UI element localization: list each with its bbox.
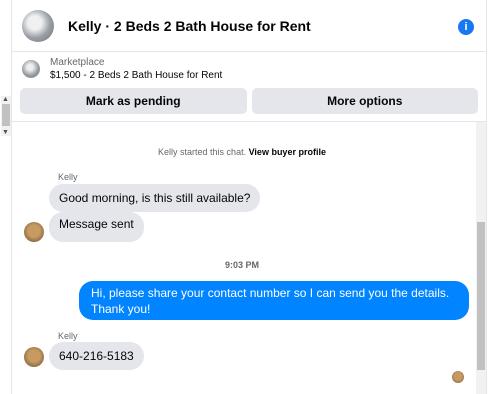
listing-text: Marketplace $1,500 - 2 Beds 2 Bath House… <box>50 56 222 82</box>
info-icon[interactable]: i <box>458 19 474 35</box>
left-scrollbar-thumb[interactable] <box>2 104 10 126</box>
listing-summary[interactable]: Marketplace $1,500 - 2 Beds 2 Bath House… <box>12 52 486 86</box>
outgoing-message-bubble[interactable]: Hi, please share your contact number so … <box>79 281 469 320</box>
scroll-up-arrow-icon[interactable]: ▲ <box>2 96 9 104</box>
mark-as-pending-button[interactable]: Mark as pending <box>20 88 247 114</box>
listing-avatar[interactable] <box>22 9 54 42</box>
incoming-message-bubble[interactable]: Message sent <box>49 212 144 242</box>
kelly-avatar[interactable] <box>24 347 44 367</box>
chat-scrollbar-thumb[interactable] <box>477 222 485 370</box>
kelly-avatar[interactable] <box>24 222 44 242</box>
incoming-message-bubble[interactable]: 640-216-5183 <box>49 342 144 370</box>
incoming-message-bubble[interactable]: Good morning, is this still available? <box>49 184 261 212</box>
chat-title[interactable]: Kelly · 2 Beds 2 Bath House for Rent <box>68 18 311 34</box>
listing-source: Marketplace <box>50 57 105 68</box>
message-timestamp: 9:03 PM <box>224 260 259 270</box>
chat-panel: Kelly · 2 Beds 2 Bath House for Rent i M… <box>12 0 486 394</box>
listing-price-title[interactable]: $1,500 - 2 Beds 2 Bath House for Rent <box>50 69 222 82</box>
seen-avatar <box>452 371 464 383</box>
chat-started-notice: Kelly started this chat. View buyer prof… <box>12 147 472 157</box>
scroll-down-arrow-icon[interactable]: ▼ <box>2 129 9 137</box>
chat-header: Kelly · 2 Beds 2 Bath House for Rent i <box>12 0 486 52</box>
chat-started-text: Kelly started this chat. <box>158 147 247 157</box>
listing-thumbnail[interactable] <box>22 60 40 78</box>
listing-actions: Mark as pending More options <box>12 86 486 114</box>
view-buyer-profile-link[interactable]: View buyer profile <box>249 147 326 157</box>
divider <box>12 121 486 122</box>
message-sender-name: Kelly <box>58 172 78 182</box>
left-edge: ▲ ▼ <box>0 0 12 394</box>
right-edge <box>486 0 500 394</box>
more-options-button[interactable]: More options <box>251 88 478 114</box>
message-sender-name: Kelly <box>58 331 78 341</box>
